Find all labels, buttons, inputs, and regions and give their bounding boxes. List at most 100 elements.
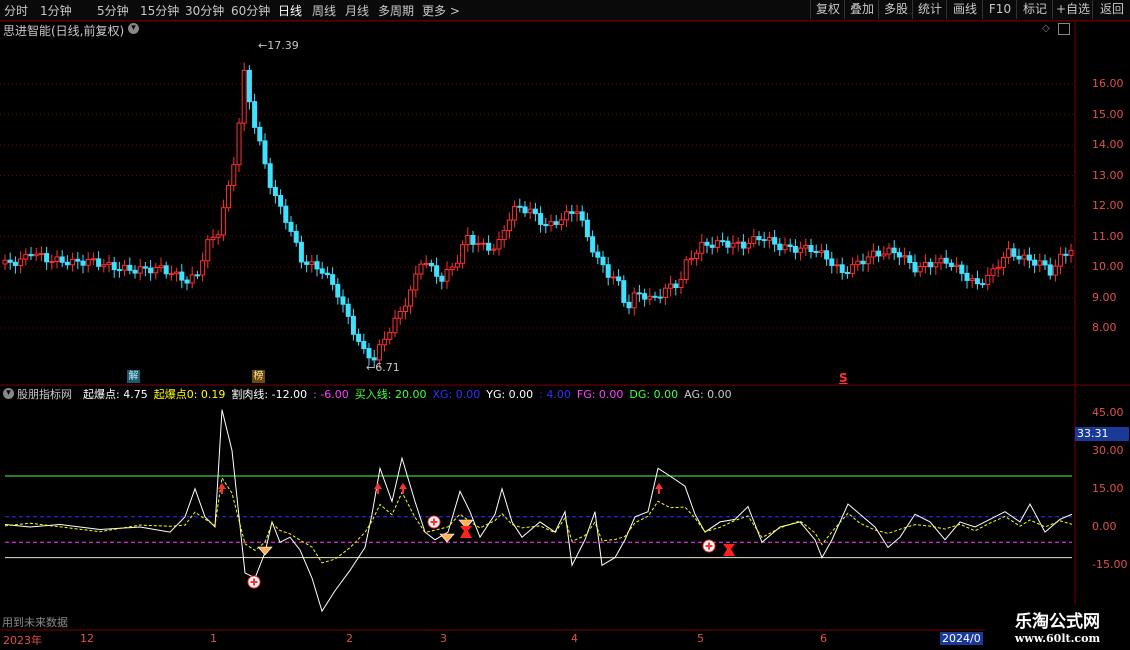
candle-body [184,279,190,284]
candle-body [189,274,195,284]
candle-body [246,69,252,103]
candle-body [969,278,975,281]
candle-body [985,274,991,285]
candle-body [408,289,414,307]
candle-body [272,186,278,197]
candle-body [111,262,117,271]
candle-body [527,208,533,214]
candle-body [449,266,455,271]
candle-body [922,261,928,268]
current-value-badge: 33.31 [1075,427,1129,441]
candle-body [44,253,50,263]
marker-bang[interactable]: 榜 [252,370,265,383]
candle-body [205,239,211,262]
candle-body [657,296,663,299]
candle-body [652,295,658,298]
candle-body [278,195,284,207]
candle-body [444,269,450,282]
candle-body [335,283,341,298]
x-tick: 12 [80,632,94,645]
candle-body [137,266,143,274]
candle-body [12,261,18,266]
price-tick: 16.00 [1092,77,1124,90]
candle-body [506,219,512,232]
candle-body [418,263,424,275]
marker-jie[interactable]: 解 [127,370,140,383]
marker-s[interactable]: S [839,371,848,385]
candle-body [688,258,694,261]
candle-body [870,250,876,258]
candle-body [345,303,351,317]
chevron-down-icon[interactable]: ▾ [3,388,14,399]
candle-body [694,252,700,260]
candle-body [392,317,398,334]
candle-body [142,266,148,269]
candle-body [330,274,336,285]
candle-body [319,268,325,274]
candle-body [933,262,939,268]
candle-body [647,295,653,300]
buy-arrow-icon [399,483,407,494]
price-tick: 12.00 [1092,199,1124,212]
candle-body [834,264,840,267]
candle-body [699,241,705,254]
candle-body [356,333,362,342]
candle-body [2,259,8,265]
candle-body [18,258,24,266]
candle-body [777,243,783,251]
candle-body [304,261,310,265]
candle-body [80,260,86,266]
watermark-url: www.60lt.com [1014,632,1101,645]
watermark: 乐淘公式网 www.60lt.com [985,605,1130,650]
candle-body [590,236,596,253]
candle-body [938,257,944,264]
candle-body [974,278,980,285]
candle-body [579,211,585,221]
candle-body [558,219,564,225]
candle-body [496,239,502,250]
candle-body [714,240,720,248]
indicator-tick: 30.00 [1092,444,1124,457]
candle-body [361,340,367,350]
candle-body [574,211,580,214]
candle-body [678,279,684,289]
candle-body [252,101,258,128]
candle-body [704,241,710,246]
indicator-field: : 4.00 [539,388,571,401]
candle-body [631,292,637,309]
candle-body [428,262,434,267]
candle-body [616,276,622,282]
candle-body [808,245,814,253]
candle-body [491,248,497,251]
candle-body [709,244,715,248]
candle-body [200,260,206,276]
candle-body [106,262,112,266]
candle-body [470,234,476,245]
candle-body [28,253,34,257]
candle-body [460,244,466,264]
candle-body [792,245,798,253]
candle-body [241,69,247,124]
candle-body [293,230,299,243]
candle-body [38,253,44,256]
candle-body [376,344,382,361]
indicator-field: : -6.00 [313,388,349,401]
indicator-field: 割肉线: -12.00 [231,388,308,401]
indicator-name: 股朋指标网 [17,388,72,401]
candle-body [642,293,648,300]
candle-body [855,260,861,266]
candle-body [564,211,570,221]
candle-body [990,268,996,276]
price-tick: 8.00 [1092,321,1117,334]
candle-body [636,292,642,295]
candle-body [543,223,549,227]
x-tick: 2023年 [3,634,42,647]
candle-body [725,240,731,248]
candle-body [824,250,830,260]
candle-body [1042,260,1048,266]
candle-body [907,255,913,264]
x-tick: 5 [697,632,704,645]
candle-body [231,164,237,186]
candle-body [64,261,70,266]
candle-body [787,244,793,247]
